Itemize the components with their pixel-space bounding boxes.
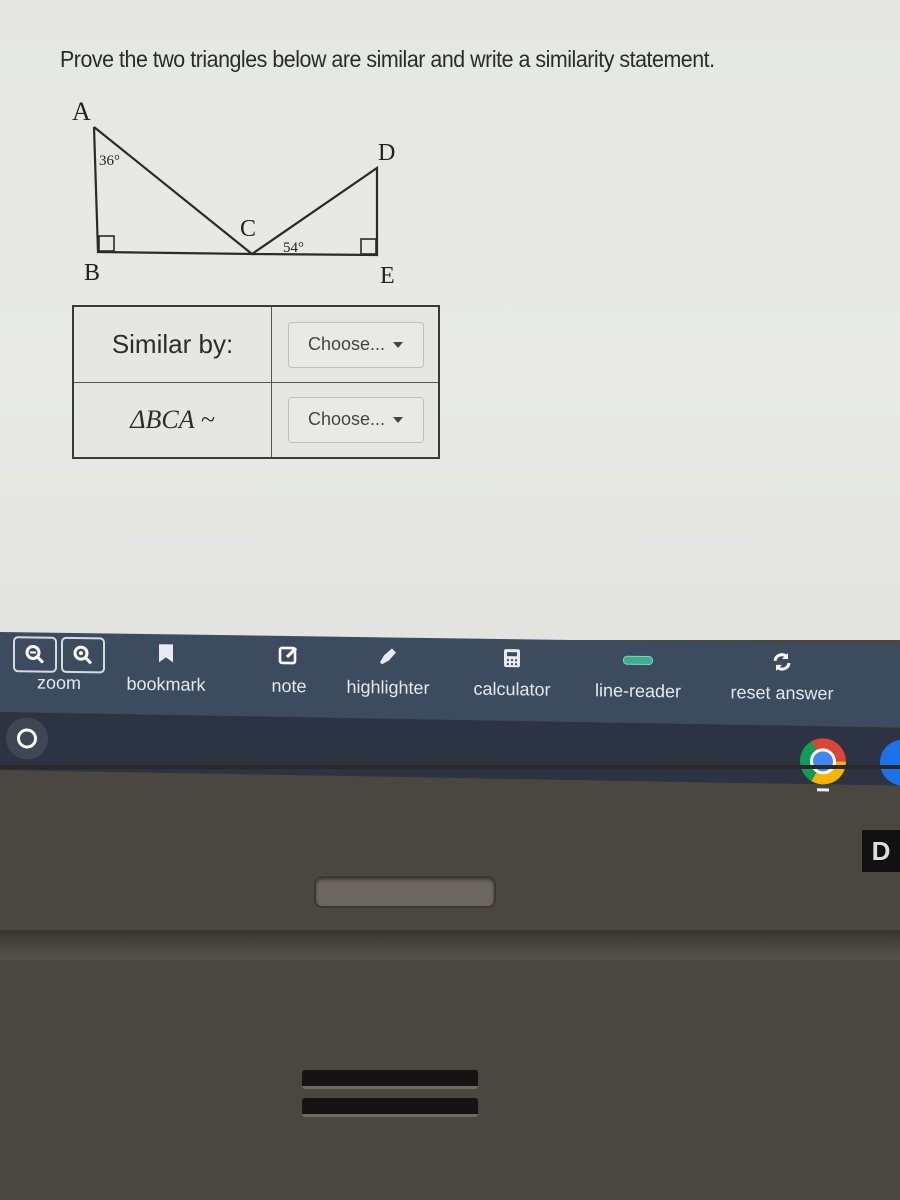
dropdown-value: Choose...	[307, 409, 386, 429]
note-button[interactable]: note	[262, 636, 316, 719]
running-indicator	[817, 788, 829, 792]
angle-c-label: 54°	[283, 240, 304, 256]
similarity-statement-label: ΔBCA ~	[74, 382, 272, 457]
vent-slot	[302, 1098, 478, 1117]
zoom-in-icon	[73, 645, 93, 665]
laptop-latch	[314, 876, 496, 908]
highlighter-icon	[380, 648, 396, 665]
right-angle-e	[360, 238, 377, 255]
tools-toolbar: zoom bookmark note highlighter calculato…	[0, 632, 900, 727]
triangle-dce	[251, 165, 379, 257]
reset-answer-button[interactable]: reset answer	[718, 642, 846, 726]
calculator-button[interactable]: calculator	[466, 639, 558, 722]
vertex-a: A	[72, 97, 91, 126]
line-reader-icon	[623, 655, 653, 665]
calculator-icon	[504, 649, 520, 668]
right-angle-b	[98, 235, 115, 252]
angle-a-label: 36°	[99, 153, 120, 169]
bookmark-icon	[159, 644, 173, 663]
similar-by-label: Similar by:	[74, 307, 272, 382]
chrome-app-icon[interactable]	[800, 737, 846, 785]
note-label: note	[271, 675, 307, 697]
caret-down-icon	[393, 416, 404, 423]
calculator-label: calculator	[473, 678, 551, 700]
bookmark-label: bookmark	[126, 673, 206, 695]
laptop-hinge	[0, 930, 900, 960]
vertex-b: B	[84, 260, 100, 286]
zoom-in-button[interactable]	[61, 636, 105, 674]
note-icon	[278, 646, 298, 665]
launcher-icon	[17, 728, 37, 749]
launcher-button[interactable]	[6, 717, 48, 760]
refresh-icon	[773, 653, 791, 671]
highlighter-label: highlighter	[346, 676, 430, 698]
screen-bezel-edge	[0, 765, 900, 769]
line-reader-label: line-reader	[594, 680, 682, 702]
vertex-d: D	[378, 140, 395, 166]
zoom-out-button[interactable]	[13, 636, 57, 673]
similar-triangle-dropdown[interactable]: Choose...	[287, 396, 424, 443]
hardware-badge: D	[862, 830, 900, 872]
vertex-c: C	[240, 216, 256, 242]
answer-table: Similar by: Choose... ΔBCA ~ Choose...	[72, 305, 440, 459]
chrome-center	[810, 748, 836, 775]
vent-slot	[302, 1070, 478, 1089]
highlighter-button[interactable]: highlighter	[338, 637, 438, 720]
answer-row-statement: ΔBCA ~ Choose...	[74, 382, 438, 457]
line-reader-button[interactable]: line-reader	[586, 640, 690, 723]
similarity-criterion-dropdown[interactable]: Choose...	[287, 321, 424, 368]
answer-row-similar-by: Similar by: Choose...	[74, 307, 438, 383]
triangle-abc	[92, 126, 256, 256]
caret-down-icon	[393, 341, 404, 348]
zoom-out-icon	[25, 644, 45, 664]
files-app-icon[interactable]	[880, 739, 900, 787]
vertex-e: E	[380, 263, 395, 289]
dropdown-value: Choose...	[307, 334, 386, 354]
zoom-label: zoom	[36, 672, 81, 694]
triangles-diagram: A B C D E 36° 54°	[72, 97, 395, 289]
zoom-tool: zoom	[4, 632, 114, 716]
triangle-figure: A B C D E 36° 54°	[60, 90, 440, 300]
test-screen: Prove the two triangles below are simila…	[0, 0, 900, 640]
reset-answer-label: reset answer	[730, 682, 834, 704]
question-prompt: Prove the two triangles below are simila…	[60, 46, 715, 72]
bookmark-button[interactable]: bookmark	[116, 634, 216, 717]
